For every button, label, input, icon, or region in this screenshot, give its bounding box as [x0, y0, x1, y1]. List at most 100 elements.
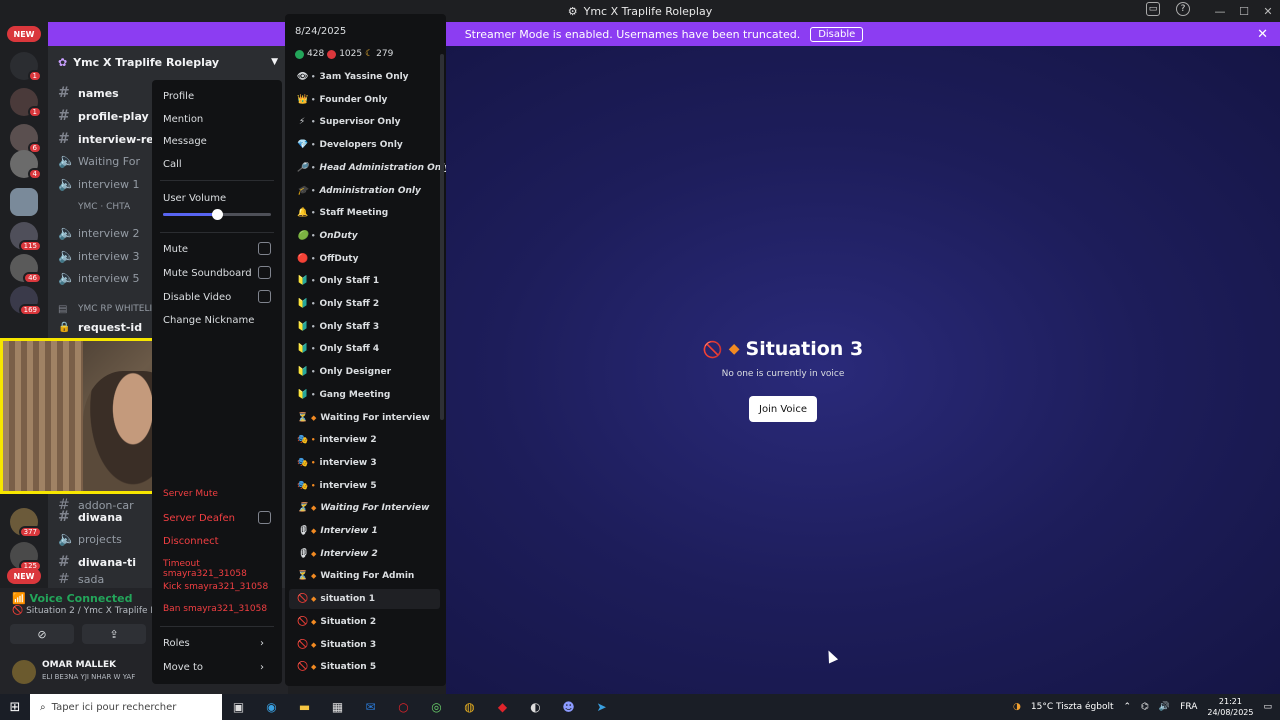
menu-item-message[interactable]: Message	[163, 136, 207, 147]
windows-start-icon[interactable]: ⊞	[0, 694, 30, 720]
move-to-channel-item[interactable]: 🔰 • Only Staff 1	[289, 271, 440, 291]
server-icon[interactable]: 377	[10, 508, 42, 538]
voice-location[interactable]: 🚫 Situation 2 / Ymc X Traplife R	[12, 606, 157, 616]
mute-soundboard-checkbox[interactable]	[258, 266, 271, 279]
server-icon[interactable]: 115	[10, 222, 42, 252]
move-to-channel-item[interactable]: 👑 • Founder Only	[289, 90, 440, 110]
server-icon[interactable]: 125	[10, 542, 42, 572]
chevron-up-icon[interactable]: ⌃	[1124, 702, 1132, 712]
move-to-channel-item[interactable]: 🚫 ◆ situation 1	[289, 589, 440, 610]
menu-divider	[160, 626, 274, 627]
menu-item-change-nickname[interactable]: Change Nickname	[163, 315, 254, 326]
app-icon[interactable]: ◎	[420, 694, 453, 720]
channel-emoji-icon: 🎙	[297, 526, 309, 536]
move-to-channel-item[interactable]: 🎭 • interview 2	[289, 430, 440, 450]
menu-item-server-mute[interactable]: Server Mute	[163, 489, 218, 499]
move-to-channel-item[interactable]: 🚫 ◆ Situation 2	[289, 612, 440, 632]
scrollbar[interactable]	[440, 54, 444, 420]
move-to-channel-item[interactable]: 🚫 ◆ Situation 3	[289, 635, 440, 655]
server-header[interactable]: ✿ Ymc X Traplife Roleplay ▼	[48, 46, 288, 78]
menu-item-call[interactable]: Call	[163, 159, 182, 170]
server-icon[interactable]: 46	[10, 254, 42, 284]
move-to-channel-item[interactable]: 🔴 • OffDuty	[289, 249, 440, 269]
voice-connected-status[interactable]: 📶 Voice Connected	[12, 592, 132, 605]
move-to-channel-item[interactable]: 🎙 ◆ Interview 2	[289, 544, 440, 564]
app-icon[interactable]: ◐	[519, 694, 552, 720]
move-to-channel-item[interactable]: ⏳ ◆ Waiting For Interview	[289, 498, 440, 518]
menu-item-mention[interactable]: Mention	[163, 114, 203, 125]
app-icon[interactable]: ◆	[486, 694, 519, 720]
move-to-channel-item[interactable]: 👁 • 3am Yassine Only	[289, 67, 440, 87]
disable-video-checkbox[interactable]	[258, 290, 271, 303]
menu-item-disconnect[interactable]: Disconnect	[163, 536, 219, 547]
move-to-channel-item[interactable]: 🔰 • Only Staff 2	[289, 294, 440, 314]
disable-streamer-button[interactable]: Disable	[810, 26, 864, 42]
server-logo-icon: ✿	[58, 55, 68, 69]
taskbar-search[interactable]: ⌕ Taper ici pour rechercher	[30, 694, 222, 720]
move-to-channel-item[interactable]: 🔎 • Head Administration Only	[289, 158, 446, 178]
chrome-icon[interactable]: ◍	[453, 694, 486, 720]
move-to-channel-item[interactable]: 💎 • Developers Only	[289, 135, 440, 155]
mute-checkbox[interactable]	[258, 242, 271, 255]
user-volume-slider[interactable]	[163, 209, 271, 220]
server-icon[interactable]: 1	[10, 88, 42, 118]
webcam-background	[3, 341, 83, 491]
help-icon[interactable]: ?	[1176, 2, 1190, 16]
menu-item-profile[interactable]: Profile	[163, 91, 194, 102]
explorer-icon[interactable]: ▬	[288, 694, 321, 720]
server-icon[interactable]: 169	[10, 286, 42, 316]
server-icon[interactable]: 6	[10, 124, 42, 154]
task-view-icon[interactable]: ▣	[222, 694, 255, 720]
outlook-icon[interactable]: ✉	[354, 694, 387, 720]
move-to-channel-item[interactable]: 🎓 • Administration Only	[289, 181, 440, 201]
server-deafen-checkbox[interactable]	[258, 511, 271, 524]
edge-icon[interactable]: ◉	[255, 694, 288, 720]
menu-item-mute-soundboard[interactable]: Mute Soundboard	[163, 268, 252, 279]
move-to-channel-item[interactable]: 🟢 • OnDuty	[289, 226, 440, 246]
move-to-channel-item[interactable]: ⚡ • Supervisor Only	[289, 112, 440, 132]
server-icon[interactable]: 1	[10, 52, 42, 82]
menu-item-move-to[interactable]: Move to	[163, 662, 203, 673]
camera-off-button[interactable]: ⊘	[10, 624, 74, 644]
close-icon[interactable]: ✕	[1257, 27, 1268, 42]
minimize-button[interactable]: —	[1208, 0, 1232, 22]
menu-item-disable-video[interactable]: Disable Video	[163, 292, 231, 303]
menu-item-mute[interactable]: Mute	[163, 244, 188, 255]
slider-handle[interactable]	[212, 209, 223, 220]
move-to-channel-item[interactable]: 🚫 ◆ Situation 5	[289, 657, 440, 677]
move-to-channel-item[interactable]: 🎭 • interview 5	[289, 476, 440, 496]
telegram-icon[interactable]: ➤	[585, 694, 618, 720]
new-badge: NEW	[7, 568, 41, 584]
move-to-channel-item[interactable]: ⏳ ◆ Waiting For Admin	[289, 566, 440, 586]
server-icon[interactable]	[10, 188, 38, 216]
move-to-channel-item[interactable]: 🎭 • interview 3	[289, 453, 440, 473]
menu-item-ban[interactable]: Ban smayra321_31058	[163, 604, 267, 614]
server-icon[interactable]: 4	[10, 150, 42, 180]
user-panel[interactable]: OMAR MALLEK ELI BE3NA YJI NHAR W YAF	[8, 654, 148, 690]
move-to-channel-item[interactable]: ⏳ ◆ Waiting For interview	[289, 408, 440, 428]
volume-icon[interactable]: 🔊	[1159, 702, 1170, 712]
opera-icon[interactable]: ○	[387, 694, 420, 720]
menu-item-roles[interactable]: Roles	[163, 638, 190, 649]
move-to-channel-item[interactable]: 🔰 • Only Staff 3	[289, 317, 440, 337]
move-to-channel-item[interactable]: 🔰 • Only Staff 4	[289, 339, 440, 359]
inbox-icon[interactable]: ▭	[1146, 2, 1160, 16]
menu-item-timeout[interactable]: Timeout smayra321_31058	[163, 559, 282, 579]
move-to-channel-item[interactable]: 🎙 ◆ Interview 1	[289, 521, 440, 541]
separator-dot-icon: ◆	[311, 617, 317, 626]
move-to-channel-item[interactable]: 🔰 • Only Designer	[289, 362, 440, 382]
notifications-icon[interactable]: ▭	[1263, 702, 1272, 712]
move-to-channel-item[interactable]: 🔰 • Gang Meeting	[289, 385, 440, 405]
separator-dot-icon: •	[311, 254, 316, 263]
maximize-button[interactable]: ☐	[1232, 0, 1256, 22]
join-voice-button[interactable]: Join Voice	[749, 396, 817, 422]
menu-item-server-deafen[interactable]: Server Deafen	[163, 513, 235, 524]
close-window-button[interactable]: ✕	[1256, 0, 1280, 22]
store-icon[interactable]: ▦	[321, 694, 354, 720]
network-icon[interactable]: ⌬	[1141, 702, 1149, 712]
clock[interactable]: 21:21 24/08/2025	[1207, 696, 1253, 718]
screen-share-button[interactable]: ⇪	[82, 624, 146, 644]
move-to-channel-item[interactable]: 🔔 • Staff Meeting	[289, 203, 440, 223]
discord-icon[interactable]: ☻	[552, 694, 585, 720]
menu-item-kick[interactable]: Kick smayra321_31058	[163, 582, 268, 592]
